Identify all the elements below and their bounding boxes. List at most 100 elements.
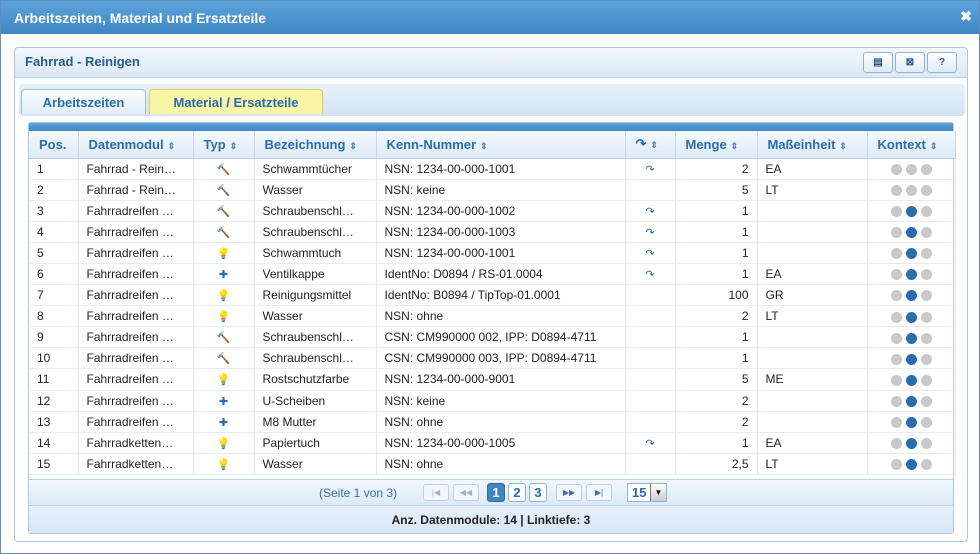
context-back-icon[interactable] — [890, 206, 902, 218]
col-header-kenn-nummer[interactable]: Kenn-Nummer ⇕ — [376, 131, 626, 159]
context-stop-icon[interactable] — [905, 459, 917, 471]
context-back-icon[interactable] — [890, 184, 902, 196]
table-row[interactable]: 13 Fahrradreifen … ✚ M8 Mutter NSN: ohne 2 — [29, 411, 956, 433]
last-page-button[interactable]: ▶| — [586, 484, 612, 501]
context-back-icon[interactable] — [890, 395, 902, 407]
col-header-masseinheit[interactable]: Maßeinheit ⇕ — [757, 131, 868, 159]
cell-datenmodul[interactable]: Fahrradreifen … — [78, 242, 194, 264]
cell-datenmodul[interactable]: Fahrradreifen … — [78, 305, 194, 328]
context-stop-icon[interactable] — [905, 438, 917, 450]
tab-arbeitszeiten[interactable]: Arbeitszeiten — [21, 89, 146, 114]
context-back-icon[interactable] — [890, 163, 902, 175]
table-row[interactable]: 2 Fahrrad - Rein… 🔨 Wasser NSN: keine 5 LT — [29, 179, 956, 201]
context-forward-icon[interactable] — [920, 374, 932, 386]
context-stop-icon[interactable] — [905, 184, 917, 196]
cell-datenmodul[interactable]: Fahrrad - Rein… — [78, 158, 194, 180]
table-row[interactable]: 12 Fahrradreifen … ✚ U-Scheiben NSN: keine 2 — [29, 390, 956, 412]
context-forward-icon[interactable] — [920, 417, 932, 428]
context-forward-icon[interactable] — [920, 459, 932, 471]
col-header-link[interactable]: ↷ ⇕ — [625, 131, 676, 159]
prev-page-button[interactable]: ◀◀ — [453, 484, 479, 501]
table-row[interactable]: 9 Fahrradreifen … 🔨 Schraubenschl… CSN: CM99… — [29, 326, 956, 349]
table-row[interactable]: 1 Fahrrad - Rein… 🔨 Schwammtücher NSN: 1234-… — [29, 158, 956, 180]
context-back-icon[interactable] — [890, 438, 902, 450]
context-stop-icon[interactable] — [905, 395, 917, 407]
next-page-button[interactable]: ▶▶ — [556, 484, 582, 501]
context-forward-icon[interactable] — [920, 395, 932, 407]
cell-datenmodul[interactable]: Fahrradreifen … — [78, 221, 194, 243]
context-back-icon[interactable] — [890, 269, 902, 281]
cell-link[interactable]: ↷ — [625, 242, 676, 264]
table-row[interactable]: 8 Fahrradreifen … 💡 Wasser NSN: ohne 2 LT — [29, 305, 956, 328]
context-stop-icon[interactable] — [905, 227, 917, 239]
context-forward-icon[interactable] — [920, 438, 932, 450]
context-forward-icon[interactable] — [920, 248, 932, 260]
cell-link[interactable]: ↷ — [625, 200, 676, 222]
col-header-datenmodul[interactable]: Datenmodul ⇕ — [78, 131, 194, 159]
table-row[interactable]: 3 Fahrradreifen … 🔨 Schraubenschl… NSN: 1234… — [29, 200, 956, 222]
cell-datenmodul[interactable]: Fahrrad - Rein… — [78, 179, 194, 201]
export-pdf-button[interactable]: ▤ — [863, 52, 893, 73]
cell-link[interactable]: ↷ — [625, 432, 676, 454]
context-back-icon[interactable] — [890, 353, 902, 365]
context-back-icon[interactable] — [890, 290, 902, 302]
table-row[interactable]: 11 Fahrradreifen … 💡 Rostschutzfarbe NSN: 12… — [29, 368, 956, 391]
cell-datenmodul[interactable]: Fahrradketten… — [78, 432, 194, 454]
context-stop-icon[interactable] — [905, 248, 917, 260]
col-header-typ[interactable]: Typ ⇕ — [193, 131, 255, 159]
col-header-bezeichnung[interactable]: Bezeichnung ⇕ — [254, 131, 377, 159]
cell-datenmodul[interactable]: Fahrradreifen … — [78, 326, 194, 349]
close-icon[interactable]: ✖ — [960, 8, 972, 25]
context-back-icon[interactable] — [890, 227, 902, 239]
context-back-icon[interactable] — [890, 248, 902, 260]
context-forward-icon[interactable] — [920, 163, 932, 175]
col-header-pos[interactable]: Pos. — [29, 131, 79, 159]
cell-link[interactable]: ↷ — [625, 221, 676, 243]
context-stop-icon[interactable] — [905, 269, 917, 281]
tab-material-ersatzteile[interactable]: Material / Ersatzteile — [149, 89, 323, 114]
table-row[interactable]: 10 Fahrradreifen … 🔨 Schraubenschl… CSN: CM9… — [29, 347, 956, 370]
page-size-select[interactable]: 15 ▼ — [627, 483, 667, 502]
cell-datenmodul[interactable]: Fahrradreifen … — [78, 368, 194, 391]
cell-datenmodul[interactable]: Fahrradketten… — [78, 453, 194, 475]
cell-datenmodul[interactable]: Fahrradreifen … — [78, 411, 194, 433]
context-forward-icon[interactable] — [920, 184, 932, 196]
context-stop-icon[interactable] — [905, 374, 917, 386]
page-2-button[interactable]: 2 — [508, 483, 526, 502]
context-forward-icon[interactable] — [920, 290, 932, 302]
context-back-icon[interactable] — [890, 311, 902, 323]
context-stop-icon[interactable] — [905, 163, 917, 175]
page-3-button[interactable]: 3 — [529, 483, 547, 502]
cell-link[interactable]: ↷ — [625, 158, 676, 180]
cell-datenmodul[interactable]: Fahrradreifen … — [78, 284, 194, 307]
table-row[interactable]: 5 Fahrradreifen … 💡 Schwammtuch NSN: 1234-00… — [29, 242, 956, 264]
context-stop-icon[interactable] — [905, 206, 917, 218]
cell-datenmodul[interactable]: Fahrradreifen … — [78, 263, 194, 286]
first-page-button[interactable]: |◀ — [423, 484, 449, 501]
context-forward-icon[interactable] — [920, 227, 932, 239]
context-back-icon[interactable] — [890, 459, 902, 471]
context-stop-icon[interactable] — [905, 290, 917, 302]
export-excel-button[interactable]: ⊠ — [895, 52, 925, 73]
table-row[interactable]: 7 Fahrradreifen … 💡 Reinigungsmittel IdentNo… — [29, 284, 956, 307]
context-forward-icon[interactable] — [920, 269, 932, 281]
context-forward-icon[interactable] — [920, 353, 932, 365]
context-forward-icon[interactable] — [920, 311, 932, 323]
context-back-icon[interactable] — [890, 417, 902, 428]
table-row[interactable]: 6 Fahrradreifen … ✚ Ventilkappe IdentNo: D08… — [29, 263, 956, 286]
cell-datenmodul[interactable]: Fahrradreifen … — [78, 200, 194, 222]
col-header-kontext[interactable]: Kontext ⇕ — [867, 131, 956, 159]
cell-link[interactable]: ↷ — [625, 263, 676, 286]
context-back-icon[interactable] — [890, 332, 902, 344]
context-back-icon[interactable] — [890, 374, 902, 386]
cell-datenmodul[interactable]: Fahrradreifen … — [78, 390, 194, 412]
page-1-button[interactable]: 1 — [487, 483, 505, 502]
context-stop-icon[interactable] — [905, 417, 917, 428]
context-forward-icon[interactable] — [920, 332, 932, 344]
context-forward-icon[interactable] — [920, 206, 932, 218]
table-row[interactable]: 4 Fahrradreifen … 🔨 Schraubenschl… NSN: 1234… — [29, 221, 956, 243]
context-stop-icon[interactable] — [905, 311, 917, 323]
col-header-menge[interactable]: Menge ⇕ — [675, 131, 758, 159]
context-stop-icon[interactable] — [905, 332, 917, 344]
context-stop-icon[interactable] — [905, 353, 917, 365]
